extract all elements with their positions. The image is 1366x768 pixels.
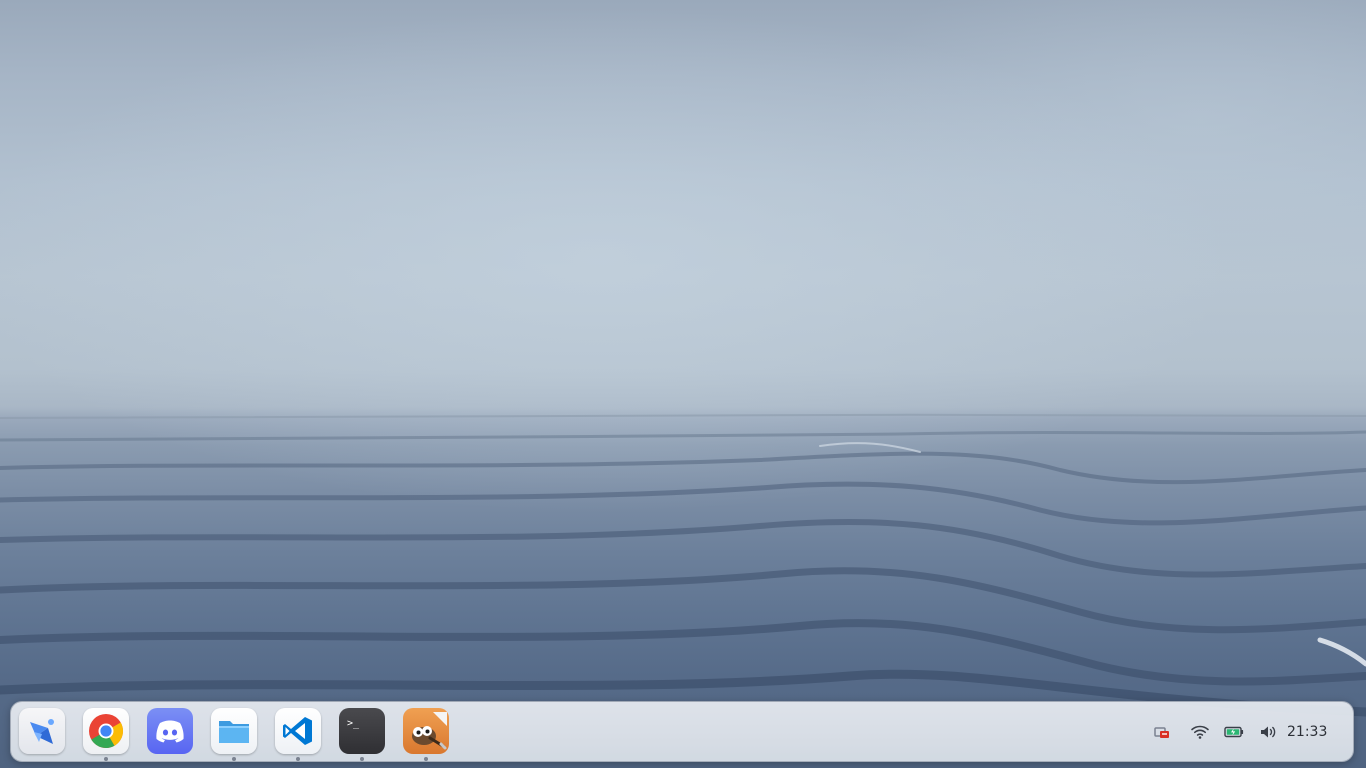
chrome-running-indicator (104, 757, 108, 761)
clock[interactable]: 21:33 (1287, 722, 1327, 742)
vscode-running-indicator (296, 757, 300, 761)
terminal-glyph: >_ (347, 718, 360, 729)
discord-icon[interactable] (147, 708, 193, 754)
terminal-icon[interactable]: >_ (339, 708, 385, 754)
network-disconnected-icon[interactable] (1152, 722, 1172, 742)
gimp-running-indicator (424, 757, 428, 761)
desktop: >_ 21:33 (0, 0, 1366, 768)
terminal-running-indicator (360, 757, 364, 761)
wallpaper-sea (0, 413, 1366, 717)
vscode-icon[interactable] (275, 708, 321, 754)
volume-icon[interactable] (1258, 722, 1278, 742)
gimp-icon[interactable] (403, 708, 449, 754)
files-running-indicator (232, 757, 236, 761)
dock: >_ 21:33 (10, 701, 1354, 762)
battery-charging-icon[interactable] (1224, 722, 1244, 742)
wifi-icon[interactable] (1190, 722, 1210, 742)
folder-icon[interactable] (211, 708, 257, 754)
launcher-icon[interactable] (19, 708, 65, 754)
chrome-icon[interactable] (83, 708, 129, 754)
